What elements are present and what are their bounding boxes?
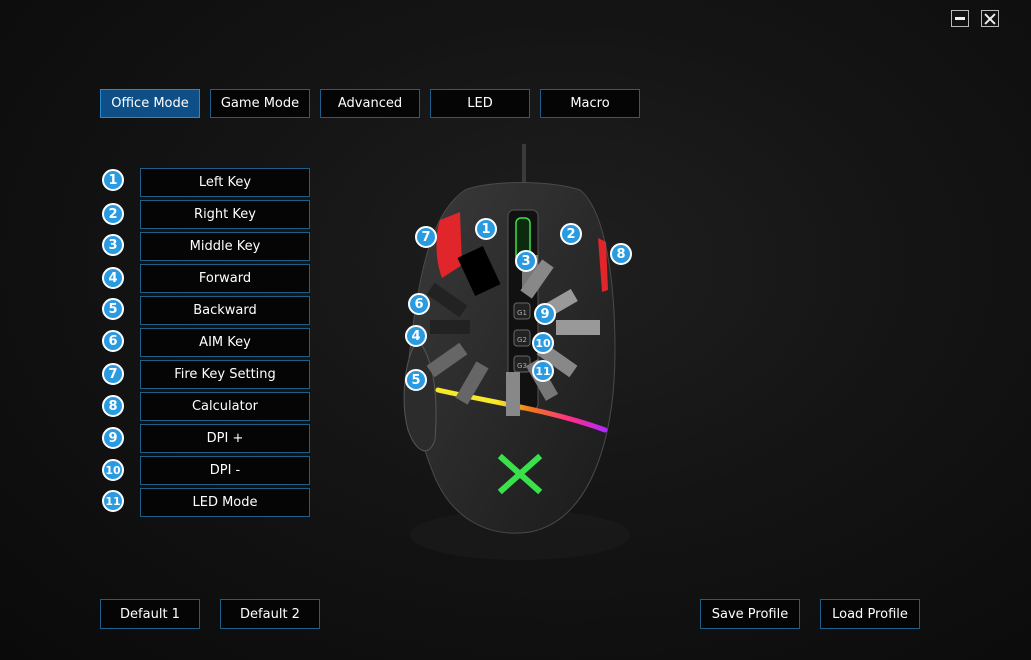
mouse-diagram: G1 G2 G3 1 2 3 4 5 6 7 8 9 10 11 <box>380 140 660 560</box>
key-button-dpi-plus[interactable]: DPI + <box>140 424 310 453</box>
key-button-fire[interactable]: Fire Key Setting <box>140 360 310 389</box>
callout-3: 3 <box>515 250 537 272</box>
save-profile-button[interactable]: Save Profile <box>700 599 800 629</box>
key-button-middle[interactable]: Middle Key <box>140 232 310 261</box>
minimize-button[interactable] <box>951 10 969 27</box>
key-number-badge: 9 <box>102 427 124 449</box>
key-button-right[interactable]: Right Key <box>140 200 310 229</box>
tab-office-mode[interactable]: Office Mode <box>100 89 200 118</box>
key-number-badge: 7 <box>102 363 124 385</box>
key-number-badge: 4 <box>102 267 124 289</box>
key-number-badge: 6 <box>102 330 124 352</box>
key-number-badge: 11 <box>102 490 124 512</box>
callout-2: 2 <box>560 223 582 245</box>
tab-led[interactable]: LED <box>430 89 530 118</box>
callout-7: 7 <box>415 226 437 248</box>
key-button-left[interactable]: Left Key <box>140 168 310 197</box>
default-1-button[interactable]: Default 1 <box>100 599 200 629</box>
callout-1: 1 <box>475 218 497 240</box>
callout-8: 8 <box>610 243 632 265</box>
default-2-button[interactable]: Default 2 <box>220 599 320 629</box>
key-number-badge: 5 <box>102 298 124 320</box>
callout-9: 9 <box>534 303 556 325</box>
callout-6: 6 <box>408 293 430 315</box>
key-number-badge: 3 <box>102 234 124 256</box>
callout-10: 10 <box>532 332 554 354</box>
tab-advanced[interactable]: Advanced <box>320 89 420 118</box>
close-button[interactable] <box>981 10 999 27</box>
load-profile-button[interactable]: Load Profile <box>820 599 920 629</box>
key-button-dpi-minus[interactable]: DPI - <box>140 456 310 485</box>
callout-5: 5 <box>405 369 427 391</box>
mouse-image: G1 G2 G3 <box>403 144 630 560</box>
callout-11: 11 <box>532 360 554 382</box>
callout-4: 4 <box>405 325 427 347</box>
key-button-calculator[interactable]: Calculator <box>140 392 310 421</box>
key-button-backward[interactable]: Backward <box>140 296 310 325</box>
key-number-badge: 2 <box>102 203 124 225</box>
side-label-g3: G3 <box>517 362 527 370</box>
tab-macro[interactable]: Macro <box>540 89 640 118</box>
tab-game-mode[interactable]: Game Mode <box>210 89 310 118</box>
key-number-badge: 1 <box>102 169 124 191</box>
side-label-g1: G1 <box>517 309 527 317</box>
key-button-led-mode[interactable]: LED Mode <box>140 488 310 517</box>
key-number-badge: 8 <box>102 395 124 417</box>
key-number-badge: 10 <box>102 459 124 481</box>
side-label-g2: G2 <box>517 336 527 344</box>
key-button-aim[interactable]: AIM Key <box>140 328 310 357</box>
key-button-forward[interactable]: Forward <box>140 264 310 293</box>
